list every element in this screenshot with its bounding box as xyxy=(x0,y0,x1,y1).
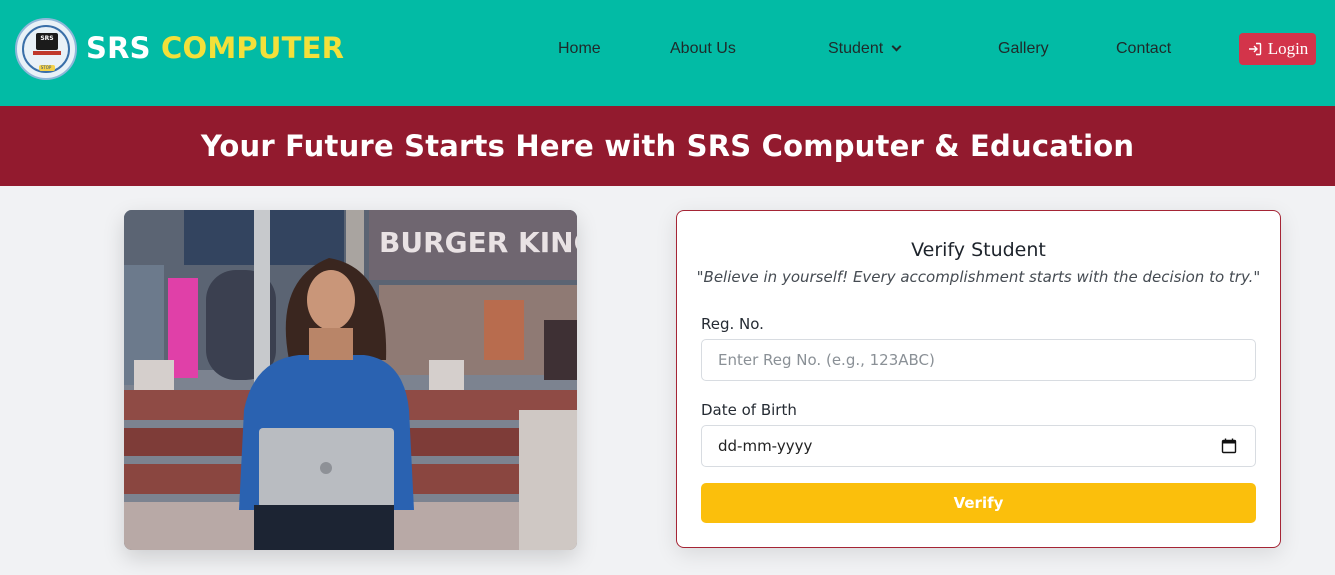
top-navbar: SRS STOP SRS COMPUTER Home About Us Stud… xyxy=(0,0,1335,106)
brand-name[interactable]: SRS COMPUTER xyxy=(86,31,344,65)
nav-student-label: Student xyxy=(828,40,884,57)
login-label: Login xyxy=(1267,39,1309,58)
dob-input[interactable]: dd-mm-yyyy xyxy=(701,425,1256,467)
card-quote: "Believe in yourself! Every accomplishme… xyxy=(696,268,1261,286)
verify-student-card: Verify Student "Believe in yourself! Eve… xyxy=(676,210,1281,548)
brand-name-part2: COMPUTER xyxy=(161,31,345,65)
dob-label: Date of Birth xyxy=(701,401,797,419)
logo-monitor-icon: SRS xyxy=(36,33,58,50)
nav-contact[interactable]: Contact xyxy=(1116,40,1171,58)
student-photo-illustration: BURGER KING xyxy=(124,210,577,550)
student-photo: BURGER KING xyxy=(124,210,577,550)
srs-logo[interactable]: SRS STOP xyxy=(15,18,77,80)
nav-student-dropdown[interactable]: Student xyxy=(828,40,902,58)
banner-title: Your Future Starts Here with SRS Compute… xyxy=(200,129,1135,163)
calendar-icon[interactable] xyxy=(1221,438,1237,454)
logo-caption: STOP xyxy=(40,65,52,70)
login-button[interactable]: Login xyxy=(1239,33,1316,65)
nav-about-us[interactable]: About Us xyxy=(670,40,736,58)
brand-name-part1: SRS xyxy=(86,31,151,65)
logo-base xyxy=(33,51,61,55)
nav-gallery[interactable]: Gallery xyxy=(998,40,1049,58)
reg-no-label: Reg. No. xyxy=(701,315,764,333)
verify-button[interactable]: Verify xyxy=(701,483,1256,523)
burger-king-sign: BURGER KING xyxy=(379,226,577,259)
dob-placeholder: dd-mm-yyyy xyxy=(718,437,813,455)
login-arrow-icon xyxy=(1248,42,1261,56)
logo-text: SRS xyxy=(40,35,54,42)
nav-home[interactable]: Home xyxy=(558,40,601,58)
reg-no-input[interactable] xyxy=(701,339,1256,381)
hero-banner: Your Future Starts Here with SRS Compute… xyxy=(0,106,1335,186)
chevron-down-icon xyxy=(891,41,902,52)
card-title: Verify Student xyxy=(911,239,1046,261)
